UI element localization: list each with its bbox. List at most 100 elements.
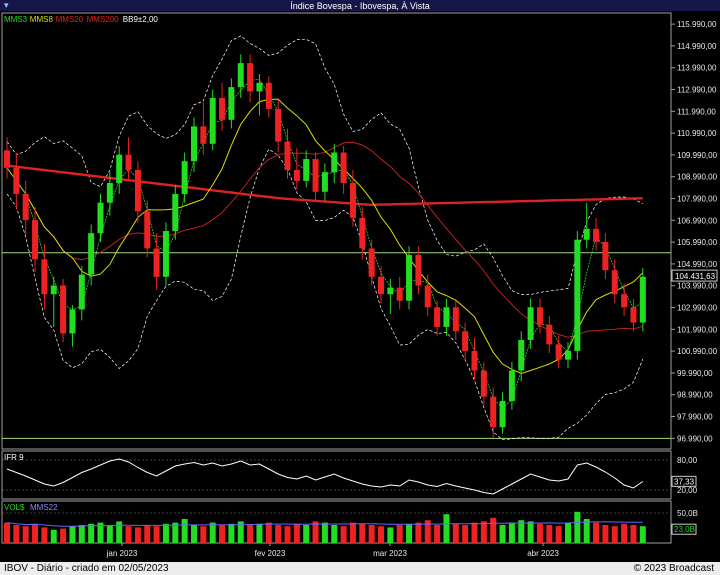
volume-bar [228, 523, 235, 543]
candle-body [284, 141, 291, 170]
candle-body [172, 193, 179, 231]
volume-bar [181, 519, 188, 543]
y-tick-label: 107.990,00 [677, 195, 718, 204]
candle-body [144, 211, 151, 249]
candle-body [593, 228, 600, 242]
y-tick-label: 115.990,00 [677, 20, 717, 29]
mms3-line [6, 78, 644, 409]
candle-body [583, 228, 590, 240]
candle-body [265, 82, 272, 109]
candle-body [181, 161, 188, 194]
candle-body [134, 169, 141, 212]
candle-body [191, 126, 197, 162]
candle-body [162, 231, 169, 277]
y-tick-label: 111.990,00 [677, 107, 716, 116]
candle-body [13, 167, 20, 194]
candle-body [378, 276, 384, 295]
volume-bar [275, 525, 282, 543]
date-axis: jan 2023 fev 2023 mar 2023 abr 2023 [106, 543, 559, 558]
last-price-label: 104.431,63 [675, 272, 716, 281]
volume-bar [256, 523, 263, 543]
candle-body [452, 307, 459, 332]
volume-bar [499, 525, 506, 543]
legend-item: BB9±2,00 [123, 15, 159, 24]
volume-bar [106, 525, 113, 543]
y-tick-label: 100.990,00 [677, 347, 718, 356]
volume-bar [452, 523, 459, 543]
candle-body [480, 370, 487, 397]
volume-bar [565, 522, 571, 543]
volume-bar [22, 526, 29, 543]
legend-item: MMS20 [56, 15, 84, 24]
candle-body [228, 87, 235, 120]
volume-bar [536, 523, 543, 543]
candle-body [359, 217, 366, 249]
candle-body [293, 169, 300, 181]
candle-body [574, 239, 581, 351]
candle-body [247, 63, 254, 92]
candle-body [536, 307, 543, 325]
volume-bar [41, 527, 48, 543]
volume-bar [462, 525, 469, 543]
candle-body [32, 220, 39, 260]
volume-bar [162, 523, 169, 543]
candle-body [406, 254, 413, 301]
volume-bar [396, 525, 403, 543]
candle-body [60, 285, 67, 334]
candle-body [499, 401, 506, 428]
candle-body [396, 287, 403, 301]
volume-bar [32, 523, 39, 543]
x-tick-label: fev 2023 [255, 549, 286, 558]
volume-bar [368, 525, 375, 543]
y-tick-label: 112.990,00 [677, 86, 717, 95]
candle-body [630, 307, 637, 323]
legend-item: MMS200 [87, 15, 120, 24]
candle-body [237, 63, 244, 88]
candle-body [106, 183, 113, 203]
y-tick-label: 101.990,00 [677, 325, 718, 334]
vol-title: VOL$ [4, 503, 25, 512]
volume-bar [144, 525, 151, 543]
y-tick-label: 109.990,00 [677, 151, 718, 160]
candle-body [471, 350, 478, 371]
candle-body [368, 248, 375, 277]
volume-bar [378, 526, 384, 543]
candle-body [639, 276, 646, 323]
volume-bar [443, 514, 450, 543]
y-tick-label: 99.990,00 [677, 369, 713, 378]
volume-bar [303, 525, 310, 543]
window-menu-icon[interactable]: ▾ [4, 0, 9, 11]
volume-bar [415, 522, 422, 543]
y-tick-label: 98.990,00 [677, 391, 713, 400]
candle-body [555, 344, 562, 360]
main-price-series: 104.431,63 [4, 35, 718, 441]
candle-body [331, 152, 338, 173]
candle-body [125, 154, 132, 170]
volume-bar [116, 521, 123, 543]
volume-bar [13, 525, 20, 543]
candle-body [424, 285, 431, 308]
candle-body [518, 340, 525, 371]
chart-canvas[interactable]: 115.990,00 114.990,00 113.990,00 112.990,00… [0, 11, 720, 562]
volume-bar [621, 523, 628, 543]
ifr-line [6, 458, 644, 495]
volume-bar [284, 526, 291, 543]
ifr-current-label: 37,33 [674, 477, 695, 486]
volume-bar [527, 521, 534, 543]
volume-bar [593, 522, 600, 543]
candle-body [153, 248, 160, 277]
volume-bar [471, 522, 478, 543]
volume-bar [265, 522, 272, 543]
y-tick-label: 105.990,00 [677, 238, 718, 247]
volume-bar [153, 526, 160, 543]
candle-body [434, 307, 441, 327]
y-tick-label: 114.990,00 [677, 42, 717, 51]
volume-bar [639, 526, 646, 543]
candle-body [4, 150, 10, 168]
y-tick-label: 102.990,00 [677, 304, 718, 313]
volume-bar [490, 517, 497, 543]
candle-body [22, 193, 29, 221]
y-tick-label: 97.990,00 [677, 413, 713, 422]
y-tick-label: 96.990,00 [677, 434, 713, 443]
candle-body [312, 159, 319, 192]
